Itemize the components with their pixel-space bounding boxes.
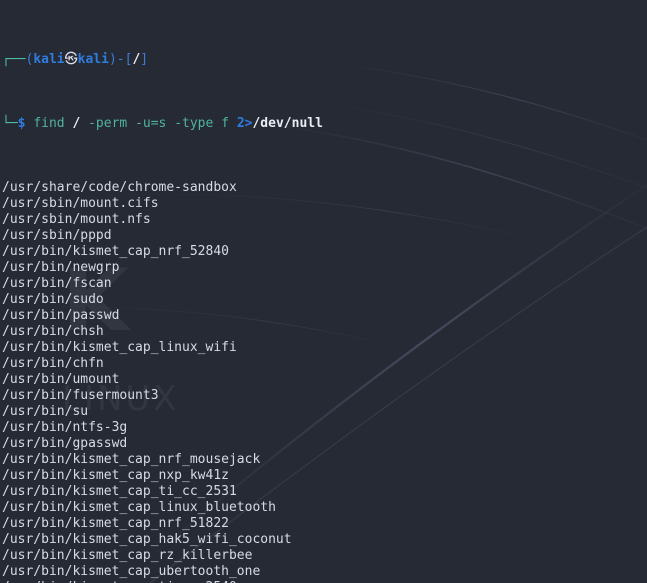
- prompt-frame-bottom-icon: └─: [2, 116, 18, 131]
- command-flags: -perm -u=s -type f: [88, 116, 229, 131]
- output-line: /usr/bin/chfn: [2, 356, 104, 371]
- output-line: /usr/bin/kismet_cap_linux_wifi: [2, 340, 237, 355]
- output-line: /usr/bin/fusermount3: [2, 388, 159, 403]
- command-redirect-operator: 2>: [236, 116, 253, 131]
- output-line: /usr/bin/kismet_cap_nrf_51822: [2, 516, 229, 531]
- kali-dragon-logo-icon: ㉿: [64, 52, 78, 67]
- output-line: /usr/bin/newgrp: [2, 260, 120, 275]
- prompt-line-command[interactable]: └─$ find / -perm -u=s -type f 2>/dev/nul…: [2, 116, 647, 132]
- output-line: /usr/bin/ntfs-3g: [2, 420, 128, 435]
- output-line: /usr/bin/kismet_cap_linux_bluetooth: [2, 500, 276, 515]
- output-line: /usr/sbin/pppd: [2, 228, 112, 243]
- output-line: /usr/bin/kismet_cap_ubertooth_one: [2, 564, 261, 579]
- output-line: /usr/bin/kismet_cap_nrf_mousejack: [2, 452, 261, 467]
- output-line: /usr/bin/kismet_cap_ti_cc_2531: [2, 484, 237, 499]
- output-line: /usr/bin/sudo: [2, 292, 104, 307]
- command-space-4: [229, 116, 237, 131]
- terminal-window[interactable]: K LINUX ┌──(kali㉿kali)-[/] └─$ find / -p…: [0, 0, 647, 583]
- output-line: /usr/bin/fscan: [2, 276, 112, 291]
- prompt-user: kali: [33, 52, 65, 67]
- output-line: /usr/bin/kismet_cap_nxp_kw41z: [2, 468, 229, 483]
- output-line: /usr/share/code/chrome-sandbox: [2, 180, 237, 195]
- prompt-frame-top-icon: ┌──: [2, 52, 26, 67]
- prompt-host: kali: [77, 52, 109, 67]
- output-line: /usr/bin/kismet_cap_rz_killerbee: [2, 548, 253, 563]
- output-line: /usr/bin/kismet_cap_hak5_wifi_coconut: [2, 532, 292, 547]
- terminal-screen[interactable]: ┌──(kali㉿kali)-[/] └─$ find / -perm -u=s…: [0, 0, 647, 583]
- command-name: find: [33, 116, 65, 131]
- command-space-3: [80, 116, 88, 131]
- prompt-close-paren: )-[: [108, 52, 133, 67]
- output-line: /usr/bin/su: [2, 404, 89, 419]
- prompt-bracket-close: ]: [140, 52, 149, 67]
- output-line: /usr/sbin/mount.nfs: [2, 212, 151, 227]
- prompt-line-top: ┌──(kali㉿kali)-[/]: [2, 52, 647, 68]
- output-line: /usr/sbin/mount.cifs: [2, 196, 159, 211]
- command-redirect-target: /dev/null: [252, 116, 323, 131]
- output-line: /usr/bin/chsh: [2, 324, 104, 339]
- output-line: /usr/bin/passwd: [2, 308, 120, 323]
- output-line: /usr/bin/umount: [2, 372, 120, 387]
- command-output-list: /usr/share/code/chrome-sandbox/usr/sbin/…: [2, 180, 647, 583]
- output-line: /usr/bin/gpasswd: [2, 436, 128, 451]
- output-line: /usr/bin/kismet_cap_nrf_52840: [2, 244, 229, 259]
